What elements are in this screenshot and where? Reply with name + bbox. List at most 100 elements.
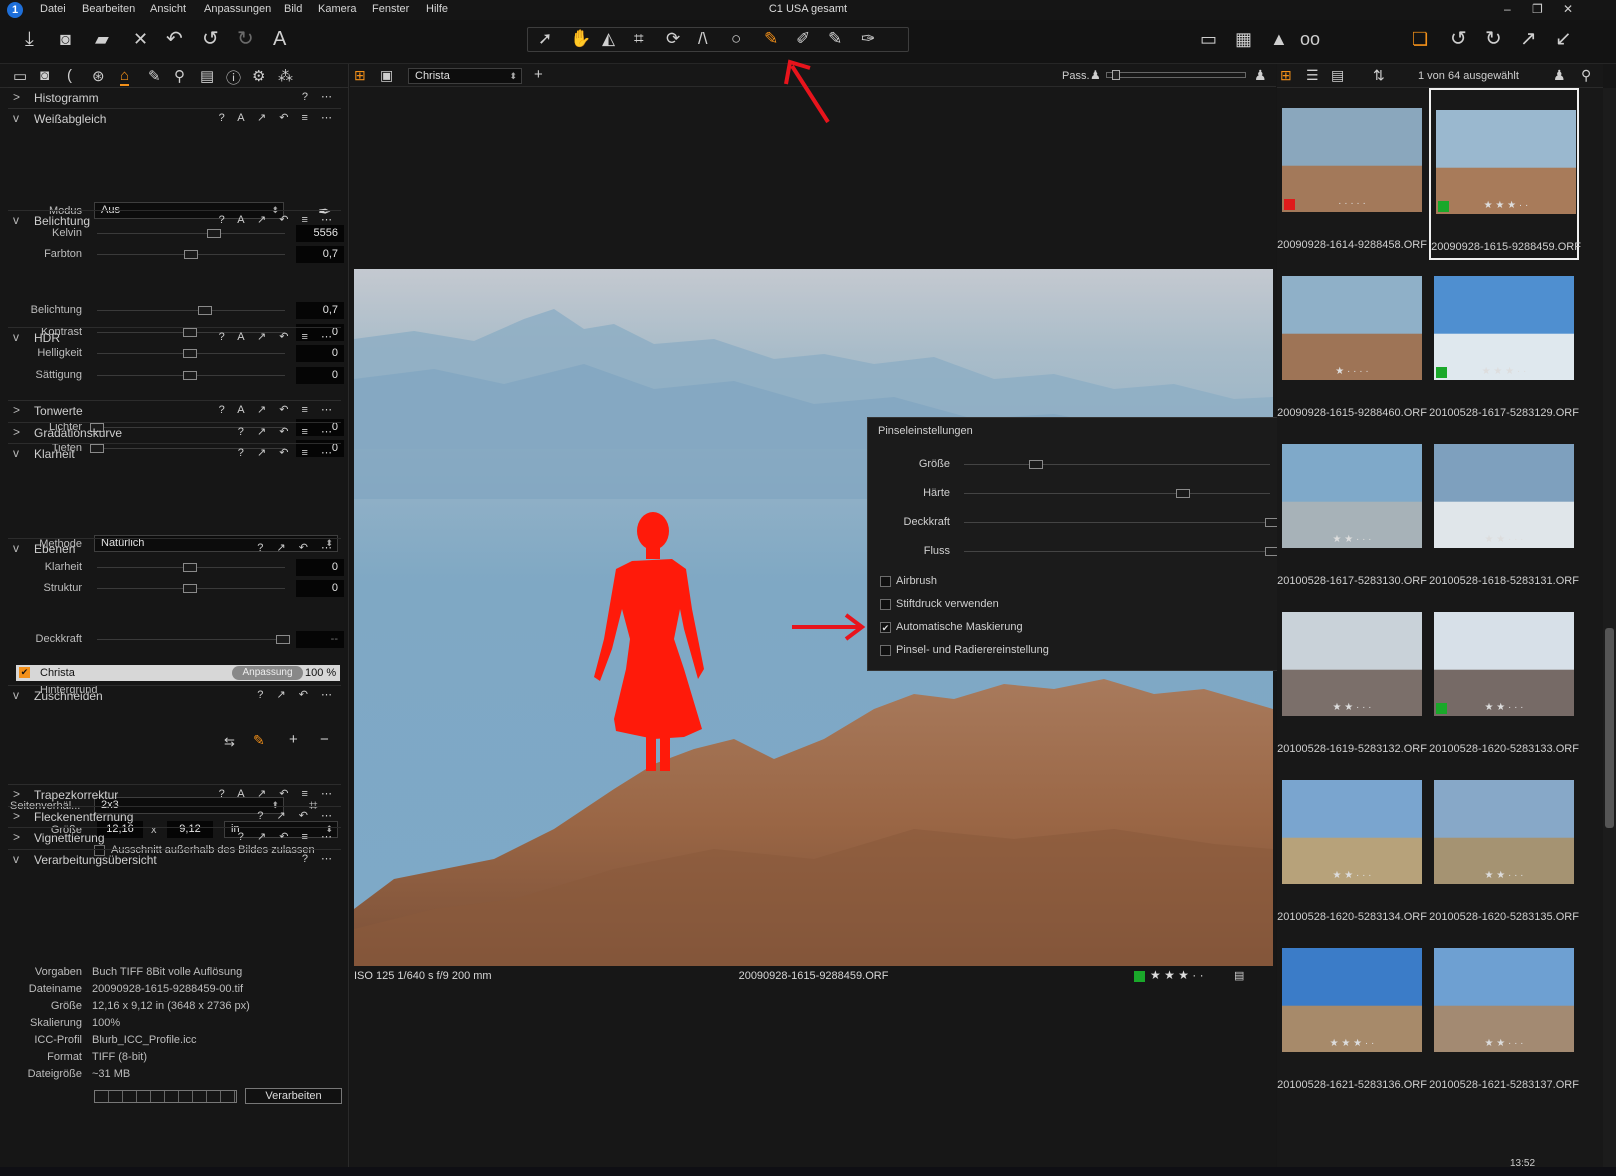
list-view-icon[interactable]: ☰ (1306, 67, 1319, 84)
undo-icon[interactable]: ↺ (202, 28, 219, 50)
section-tools[interactable]: ? A ↗ ↶ ≡ ⋯ (219, 213, 337, 226)
section-layers[interactable]: v Ebenen ? ↗ ↶ ⋯ (8, 538, 341, 559)
linear-mask-icon[interactable]: ✐ (796, 29, 810, 49)
section-tools[interactable]: ? A ↗ ↶ ≡ ⋯ (219, 111, 337, 124)
single-view-icon[interactable]: ▣ (380, 67, 393, 84)
variants-stack-icon[interactable]: ❏ (1412, 28, 1428, 50)
pan-hand-icon[interactable]: ✋ (570, 29, 591, 49)
folder-export-icon[interactable]: ▰ (95, 28, 109, 50)
zoom-out-person-icon[interactable]: ♟ (1090, 68, 1101, 82)
grid-view-icon[interactable]: ⊞ (1280, 67, 1292, 84)
add-layer-view-icon[interactable]: + (534, 66, 543, 83)
thumbnail[interactable]: · · · · · 20090928-1614-9288458.ORF (1277, 88, 1427, 260)
thumbnail-rating[interactable]: · · · · · (1282, 196, 1422, 212)
scroll-thumb[interactable] (1605, 628, 1614, 828)
thumbnail[interactable]: ★ ★ ★ · · 20100528-1621-5283136.ORF (1277, 928, 1427, 1100)
loupe-icon[interactable]: ◭ (602, 29, 615, 49)
structure-slider-handle[interactable] (183, 584, 197, 593)
search-icon[interactable]: ⚲ (1581, 67, 1591, 84)
zoom-in-person-icon[interactable]: ♟ (1254, 67, 1267, 84)
close-icon[interactable]: ✕ (1563, 2, 1573, 16)
output-tab-icon[interactable]: ▤ (200, 67, 214, 85)
color-label-green[interactable] (1436, 703, 1447, 714)
saturation-slider-handle[interactable] (183, 371, 197, 380)
crop-tool-icon[interactable]: ⌗ (634, 29, 644, 49)
settings-tab-icon[interactable]: ⚙ (252, 67, 265, 85)
brush-eraser-checkbox[interactable] (880, 645, 891, 656)
thumbnail-rating[interactable]: ★ ★ · · · (1434, 1036, 1574, 1052)
thumbnail-rating[interactable]: ★ ★ · · · (1282, 700, 1422, 716)
section-tools[interactable]: ? ↗ ↶ ⋯ (257, 688, 337, 701)
section-keystone[interactable]: > Trapezkorrektur ? A ↗ ↶ ≡ ⋯ (8, 784, 341, 805)
thumbnail-rating[interactable]: ★ · · · · (1282, 364, 1422, 380)
capture-tab-icon[interactable]: ◙ (40, 67, 49, 84)
draw-mask-brush-icon[interactable]: ✎ (764, 29, 778, 49)
rotate-right-icon[interactable]: ↻ (1485, 28, 1502, 50)
brush-hardness-handle[interactable] (1176, 489, 1190, 498)
layer-select-dropdown[interactable]: Christa ⬍ (408, 68, 522, 84)
layer-opacity-handle[interactable] (276, 635, 290, 644)
section-hdr[interactable]: v HDR ? A ↗ ↶ ≡ ⋯ (8, 327, 341, 348)
layer-opacity-value[interactable]: -- (296, 631, 344, 648)
kelvin-slider[interactable] (97, 233, 285, 234)
remove-layer-icon[interactable]: − (320, 731, 329, 748)
browser-scrollbar[interactable] (1603, 88, 1616, 1176)
maximize-icon[interactable]: ❐ (1532, 2, 1543, 16)
section-white-balance[interactable]: v Weißabgleich ? A ↗ ↶ ≡ ⋯ (8, 108, 341, 129)
airbrush-checkbox[interactable] (880, 576, 891, 587)
tint-slider-handle[interactable] (184, 250, 198, 259)
metadata-tab-icon[interactable]: ⓘ (226, 67, 241, 88)
collapse-icon[interactable]: ↙ (1555, 28, 1572, 50)
proof-glasses-icon[interactable]: oo (1300, 28, 1320, 50)
delete-icon[interactable]: ✕ (133, 28, 148, 50)
thumbnail[interactable]: ★ ★ · · · 20100528-1619-5283132.ORF (1277, 592, 1427, 764)
thumbnail[interactable]: ★ ★ · · · 20100528-1618-5283131.ORF (1429, 424, 1579, 596)
process-button[interactable]: Verarbeiten (245, 1088, 342, 1104)
eraser-icon[interactable]: ✎ (828, 29, 842, 49)
import-icon[interactable]: ⤓ (25, 28, 34, 50)
color-label-green[interactable] (1438, 201, 1449, 212)
zoom-slider-handle[interactable] (1112, 70, 1120, 80)
section-exposure[interactable]: v Belichtung ? A ↗ ↶ ≡ ⋯ (8, 210, 341, 231)
zoom-slider[interactable] (1106, 72, 1246, 78)
section-tools[interactable]: ? A ↗ ↶ ≡ ⋯ (219, 787, 337, 800)
layer-opacity-slider[interactable] (97, 639, 285, 640)
thumbnail[interactable]: ★ ★ · · · 20100528-1620-5283134.ORF (1277, 760, 1427, 932)
exposure-tab-icon[interactable]: ⌂ (120, 67, 130, 86)
section-tools[interactable]: ? ↗ ↶ ≡ ⋯ (238, 425, 337, 438)
select-cursor-icon[interactable]: ➚ (538, 29, 552, 49)
brush-hardness-slider[interactable] (964, 493, 1270, 494)
picker-icon[interactable]: ✑ (861, 29, 875, 49)
add-layer-icon[interactable]: + (289, 731, 298, 748)
thumbnail-rating[interactable]: ★ ★ ★ · · (1282, 1036, 1422, 1052)
color-label-green[interactable] (1436, 367, 1447, 378)
layer-brush-icon[interactable]: ✎ (253, 732, 265, 749)
section-tools[interactable]: ? ↗ ↶ ⋯ (257, 541, 337, 554)
thumbnail-rating[interactable]: ★ ★ · · · (1282, 532, 1422, 548)
exposure-slider[interactable] (97, 310, 285, 311)
section-vignetting[interactable]: > Vignettierung ? ↗ ↶ ≡ ⋯ (8, 827, 341, 848)
batch-tab-icon[interactable]: ⁂ (278, 67, 293, 85)
thumbnail-rating[interactable]: ★ ★ · · · (1434, 700, 1574, 716)
color-label-red[interactable] (1284, 199, 1295, 210)
camera-icon[interactable]: ◙ (60, 28, 71, 50)
person-icon[interactable]: ♟ (1553, 67, 1566, 84)
section-tools[interactable]: ? A ↗ ↶ ≡ ⋯ (219, 330, 337, 343)
lens-tab-icon[interactable]: ( (67, 67, 72, 84)
spot-removal-icon[interactable]: ○ (731, 29, 741, 49)
exposure-value[interactable]: 0,7 (296, 302, 344, 319)
thumbnail[interactable]: ★ ★ · · · 20100528-1620-5283135.ORF (1429, 760, 1579, 932)
rotate-tool-icon[interactable]: ⟳ (666, 29, 680, 49)
star-rating[interactable]: ★ ★ ★ · · (1150, 968, 1204, 982)
layer-options-icon[interactable]: ⇆ (224, 734, 235, 750)
section-tools[interactable]: ? ↗ ↶ ≡ ⋯ (238, 830, 337, 843)
brightness-slider-handle[interactable] (183, 349, 197, 358)
clarity-slider-handle[interactable] (183, 563, 197, 572)
brush-size-slider[interactable] (964, 464, 1270, 465)
color-tab-icon[interactable]: ⊛ (92, 67, 105, 85)
local-adjustments-tab-icon[interactable]: ✎ (148, 67, 161, 85)
brush-flow-slider[interactable] (964, 551, 1270, 552)
thumbnail[interactable]: ★ ★ · · · 20100528-1621-5283137.ORF (1429, 928, 1579, 1100)
section-histogram[interactable]: > Histogramm ? ⋯ (8, 87, 341, 108)
tint-value[interactable]: 0,7 (296, 246, 344, 263)
